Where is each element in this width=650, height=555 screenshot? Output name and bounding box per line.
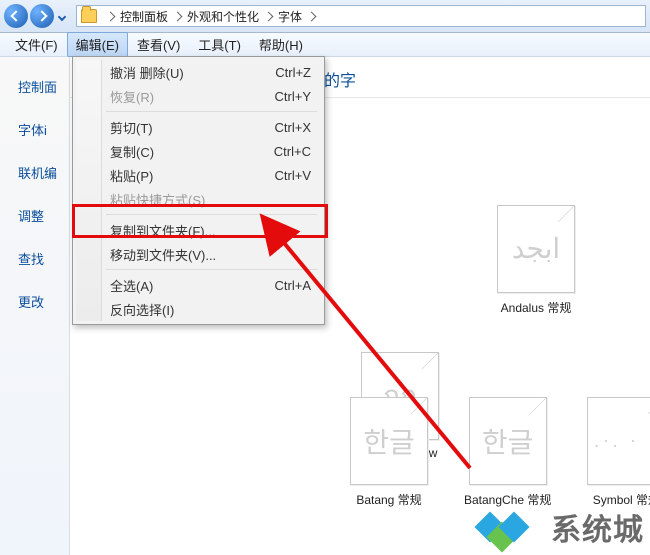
menu-shortcut: Ctrl+Z [275, 65, 311, 80]
glyph-preview: .·. · · [588, 398, 650, 484]
menu-label: 粘贴快捷方式(S) [110, 190, 205, 209]
explorer-window: 控制面板 外观和个性化 字体 文件(F) 编辑(E) 查看(V) 工具(T) 帮… [0, 0, 650, 555]
watermark-text: 系统城 [551, 505, 644, 549]
nav-back-button[interactable] [4, 4, 28, 28]
menu-shortcut: Ctrl+C [274, 144, 311, 159]
font-thumb: 한글 [469, 397, 547, 485]
menu-label: 反向选择(I) [110, 300, 174, 319]
menu-file[interactable]: 文件(F) [6, 32, 67, 57]
menu-paste-shortcut: 粘贴快捷方式(S) [76, 187, 321, 211]
font-grid-row2: 한글 Batang 常规 한글 BatangChe 常规 .·. · · Sym… [350, 397, 650, 508]
crumb-fonts[interactable]: 字体 [278, 8, 302, 25]
glyph-preview: 한글 [470, 398, 546, 484]
menu-edit[interactable]: 编辑(E) [67, 32, 128, 57]
menu-invert-selection[interactable]: 反向选择(I) [76, 297, 321, 321]
menu-help[interactable]: 帮助(H) [250, 32, 312, 57]
menu-cut[interactable]: 剪切(T) Ctrl+X [76, 115, 321, 139]
menu-tools[interactable]: 工具(T) [189, 32, 250, 57]
sidebar-link-2[interactable]: 联机编 [18, 163, 63, 182]
menu-copy[interactable]: 复制(C) Ctrl+C [76, 139, 321, 163]
menu-shortcut: Ctrl+Y [275, 89, 311, 104]
menu-label: 移动到文件夹(V)... [110, 245, 216, 264]
menu-label: 撤消 删除(U) [110, 63, 184, 82]
nav-history-drop[interactable] [56, 4, 70, 28]
menu-label: 全选(A) [110, 276, 153, 295]
font-card-batangche[interactable]: 한글 BatangChe 常规 [464, 397, 551, 508]
menu-select-all[interactable]: 全选(A) Ctrl+A [76, 273, 321, 297]
menu-shortcut: Ctrl+A [275, 278, 311, 293]
watermark: 系统城 [479, 505, 644, 549]
crumb-control-panel[interactable]: 控制面板 [120, 8, 168, 25]
font-thumb: ابجد [497, 205, 575, 293]
menu-move-to-folder[interactable]: 移动到文件夹(V)... [76, 242, 321, 266]
nav-forward-button[interactable] [30, 4, 54, 28]
menu-shortcut: Ctrl+V [275, 168, 311, 183]
font-card-andalus[interactable]: ابجد Andalus 常规 [486, 205, 586, 316]
menu-paste[interactable]: 粘贴(P) Ctrl+V [76, 163, 321, 187]
glyph-preview: 한글 [351, 398, 427, 484]
menu-undo[interactable]: 撤消 删除(U) Ctrl+Z [76, 60, 321, 84]
menu-separator [106, 269, 317, 270]
sidebar-link-3[interactable]: 调整 [18, 206, 63, 225]
sidebar-link-5[interactable]: 更改 [18, 292, 63, 311]
sidebar: 控制面 字体i 联机编 调整 查找 更改 [0, 57, 70, 555]
breadcrumb[interactable]: 控制面板 外观和个性化 字体 [76, 5, 646, 27]
edit-dropdown: 撤消 删除(U) Ctrl+Z 恢复(R) Ctrl+Y 剪切(T) Ctrl+… [72, 56, 325, 325]
font-card-symbol[interactable]: .·. · · Symbol 常规 [587, 397, 650, 508]
crumb-appearance[interactable]: 外观和个性化 [187, 8, 259, 25]
font-card-batang[interactable]: 한글 Batang 常规 [350, 397, 428, 508]
menu-bar: 文件(F) 编辑(E) 查看(V) 工具(T) 帮助(H) [0, 33, 650, 57]
font-thumb: .·. · · [587, 397, 650, 485]
menu-copy-to-folder[interactable]: 复制到文件夹(F)... [76, 218, 321, 242]
menu-view[interactable]: 查看(V) [128, 32, 189, 57]
address-bar: 控制面板 外观和个性化 字体 [0, 0, 650, 33]
glyph-preview: ابجد [498, 206, 574, 292]
sidebar-link-0[interactable]: 控制面 [18, 77, 63, 96]
font-thumb: 한글 [350, 397, 428, 485]
font-caption: Batang 常规 [350, 491, 428, 508]
menu-separator [106, 111, 317, 112]
menu-separator [106, 214, 317, 215]
font-caption: Andalus 常规 [486, 299, 586, 316]
menu-label: 剪切(T) [110, 118, 153, 137]
menu-label: 复制(C) [110, 142, 154, 161]
menu-label: 粘贴(P) [110, 166, 153, 185]
sidebar-link-4[interactable]: 查找 [18, 249, 63, 268]
menu-shortcut: Ctrl+X [275, 120, 311, 135]
menu-label: 恢复(R) [110, 87, 154, 106]
folder-icon [81, 9, 97, 23]
menu-redo: 恢复(R) Ctrl+Y [76, 84, 321, 108]
menu-label: 复制到文件夹(F)... [110, 221, 215, 240]
sidebar-link-1[interactable]: 字体i [18, 120, 63, 139]
